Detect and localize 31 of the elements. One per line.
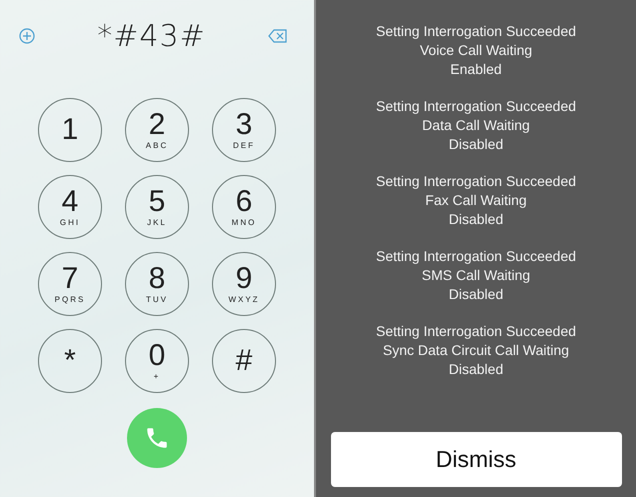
message-title: Setting Interrogation Succeeded [376, 97, 576, 116]
add-contact-icon[interactable] [19, 28, 35, 44]
dial-key[interactable]: 4 GHI [38, 175, 102, 239]
service-name: Data Call Waiting [421, 116, 531, 135]
dial-key[interactable]: 1 [38, 98, 102, 162]
dial-key[interactable]: 5 JKL [125, 175, 189, 239]
service-status: Disabled [448, 360, 504, 379]
dial-key[interactable]: 7 PQRS [38, 252, 102, 316]
service-status: Disabled [448, 135, 504, 154]
dial-key[interactable]: # [212, 329, 276, 393]
dial-key[interactable]: 3 DEF [212, 98, 276, 162]
service-status: Disabled [448, 285, 504, 304]
dial-key[interactable]: 6 MNO [212, 175, 276, 239]
service-status: Enabled [449, 60, 503, 79]
service-status: Disabled [448, 210, 504, 229]
dial-key[interactable]: * [38, 329, 102, 393]
dismiss-button[interactable]: Dismiss [330, 432, 622, 487]
service-name: Fax Call Waiting [424, 191, 528, 210]
message-title: Setting Interrogation Succeeded [376, 247, 576, 266]
message-title: Setting Interrogation Succeeded [376, 22, 576, 41]
dial-key[interactable]: 9 WXYZ [212, 252, 276, 316]
service-name: SMS Call Waiting [420, 266, 532, 285]
dial-key[interactable]: 2 ABC [125, 98, 189, 162]
service-name: Voice Call Waiting [418, 41, 534, 60]
dial-key[interactable]: 8 TUV [125, 252, 189, 316]
dial-key[interactable]: 0 + [125, 329, 189, 393]
message-title: Setting Interrogation Succeeded [376, 322, 576, 341]
dialed-number: *#43# [97, 18, 206, 54]
message-title: Setting Interrogation Succeeded [376, 172, 576, 191]
service-name: Sync Data Circuit Call Waiting [382, 341, 570, 360]
backspace-icon[interactable] [268, 28, 288, 44]
